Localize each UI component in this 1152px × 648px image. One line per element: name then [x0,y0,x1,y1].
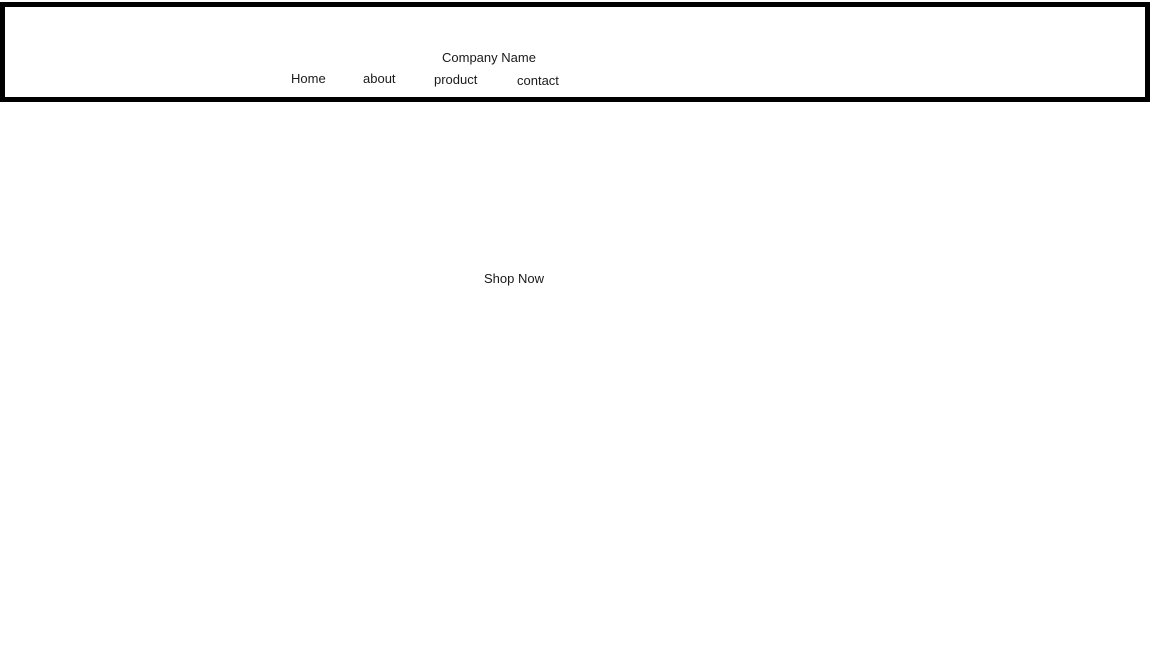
nav-link-contact[interactable]: contact [517,73,559,89]
shop-now-button[interactable]: Shop Now [484,271,544,287]
hero-section: Shop Now [0,102,1150,648]
nav-link-about[interactable]: about [363,71,396,87]
nav-link-home[interactable]: Home [291,71,326,87]
nav-link-product[interactable]: product [434,72,477,88]
site-header: Company Name Home about product contact [0,2,1150,102]
page: Company Name Home about product contact … [0,0,1152,648]
company-name: Company Name [442,50,536,65]
